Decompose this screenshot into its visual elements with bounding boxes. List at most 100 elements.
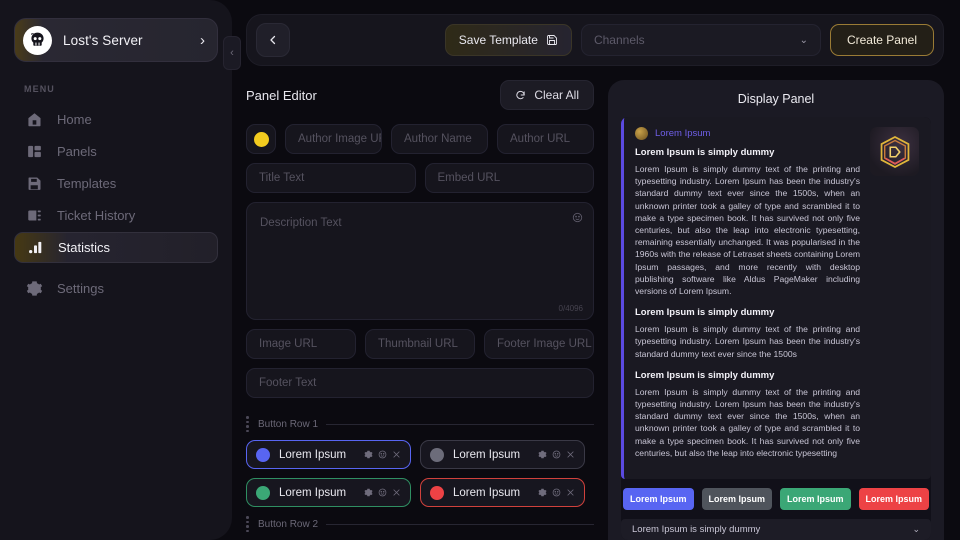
embed-button[interactable]: Lorem Ipsum bbox=[701, 488, 772, 511]
emoji-icon[interactable] bbox=[378, 450, 387, 459]
description-placeholder: Description Text bbox=[260, 217, 342, 229]
author-image-url-input[interactable]: Author Image URL bbox=[285, 124, 382, 154]
statistics-icon bbox=[27, 239, 44, 256]
back-button[interactable] bbox=[256, 23, 290, 57]
media-url-row: Image URL Thumbnail URL Footer Image URL bbox=[246, 329, 594, 359]
embed-buttons: Lorem Ipsum Lorem Ipsum Lorem Ipsum Lore… bbox=[621, 479, 931, 511]
sidebar-item-panels[interactable]: Panels bbox=[14, 136, 218, 167]
close-icon[interactable] bbox=[392, 450, 401, 459]
drag-handle-icon[interactable] bbox=[246, 516, 250, 532]
button-color-dot bbox=[256, 447, 270, 462]
embed-button[interactable]: Lorem Ipsum bbox=[623, 488, 694, 511]
chevron-left-icon bbox=[270, 35, 276, 45]
gear-icon[interactable] bbox=[538, 488, 547, 497]
embed-heading: Lorem Ipsum is simply dummy bbox=[635, 307, 775, 319]
sidebar-item-templates[interactable]: Templates bbox=[14, 168, 218, 199]
author-url-input[interactable]: Author URL bbox=[497, 124, 594, 154]
author-row: Author Image URL Author Name Author URL bbox=[246, 124, 594, 154]
server-name: Lost's Server bbox=[63, 32, 143, 48]
footer-text-input[interactable]: Footer Text bbox=[246, 368, 594, 398]
panel-button[interactable]: Lorem Ipsum bbox=[420, 478, 585, 507]
channels-placeholder: Channels bbox=[593, 33, 645, 47]
footer-image-url-input[interactable]: Footer Image URL bbox=[484, 329, 594, 359]
title-text-input[interactable]: Title Text bbox=[246, 163, 416, 193]
embed-paragraph: Lorem Ipsum is simply dummy text of the … bbox=[635, 164, 861, 297]
embed-url-input[interactable]: Embed URL bbox=[424, 163, 594, 193]
embed-button[interactable]: Lorem Ipsum bbox=[780, 488, 851, 511]
drag-handle-icon[interactable] bbox=[246, 416, 250, 432]
image-url-input[interactable]: Image URL bbox=[246, 329, 356, 359]
sidebar-item-label: Settings bbox=[57, 281, 104, 296]
emoji-icon[interactable] bbox=[552, 450, 561, 459]
sidebar-item-ticket-history[interactable]: Ticket History bbox=[14, 200, 218, 231]
settings-gear-icon bbox=[26, 280, 43, 297]
thumbnail-url-input[interactable]: Thumbnail URL bbox=[365, 329, 475, 359]
save-template-label: Save Template bbox=[458, 33, 538, 47]
emoji-icon[interactable] bbox=[378, 488, 387, 497]
create-panel-button[interactable]: Create Panel bbox=[829, 24, 934, 56]
button-row-2-label: Button Row 2 bbox=[258, 518, 319, 530]
editor-preview-columns: Panel Editor Clear All Author Image URL … bbox=[246, 80, 944, 540]
color-swatch-button[interactable] bbox=[246, 124, 276, 154]
button-color-dot bbox=[256, 485, 270, 500]
embed-button[interactable]: Lorem Ipsum bbox=[858, 488, 929, 511]
color-swatch bbox=[253, 131, 269, 147]
embed-author-name: Lorem Ipsum bbox=[655, 128, 711, 139]
skull-avatar-icon bbox=[31, 32, 44, 46]
channels-dropdown[interactable]: Channels ⌄ bbox=[580, 24, 821, 56]
sidebar-item-home[interactable]: Home bbox=[14, 104, 218, 135]
home-icon bbox=[26, 111, 43, 128]
button-actions bbox=[538, 450, 575, 459]
embed-paragraph: Lorem Ipsum is simply dummy text of the … bbox=[635, 324, 860, 359]
emoji-icon[interactable] bbox=[552, 488, 561, 497]
embed-paragraph: Lorem Ipsum is simply dummy text of the … bbox=[635, 386, 860, 458]
emoji-icon[interactable] bbox=[572, 212, 583, 226]
panel-button[interactable]: Lorem Ipsum bbox=[246, 440, 411, 469]
gear-icon[interactable] bbox=[364, 450, 373, 459]
button-actions bbox=[538, 488, 575, 497]
panel-editor-header: Panel Editor Clear All bbox=[246, 80, 594, 110]
avatar bbox=[635, 127, 648, 140]
save-disk-icon bbox=[547, 35, 557, 45]
embed-select-label: Lorem Ipsum is simply dummy bbox=[632, 524, 761, 536]
author-name-input[interactable]: Author Name bbox=[391, 124, 488, 154]
sidebar-item-statistics[interactable]: Statistics bbox=[14, 232, 218, 263]
sidebar: Lost's Server › MENU Home Panels Templat… bbox=[0, 0, 241, 540]
button-color-dot bbox=[430, 485, 444, 500]
button-label: Lorem Ipsum bbox=[279, 486, 347, 499]
save-template-button[interactable]: Save Template bbox=[444, 24, 572, 56]
button-label: Lorem Ipsum bbox=[453, 486, 521, 499]
chevron-down-icon: ⌄ bbox=[912, 524, 920, 535]
clear-all-label: Clear All bbox=[534, 88, 579, 102]
button-label: Lorem Ipsum bbox=[453, 448, 521, 461]
description-textarea[interactable]: Description Text 0/4096 bbox=[246, 202, 594, 320]
sidebar-item-settings[interactable]: Settings bbox=[14, 273, 218, 304]
divider-line bbox=[326, 423, 594, 425]
gear-icon[interactable] bbox=[538, 450, 547, 459]
skull-avatar bbox=[23, 25, 52, 55]
panel-button[interactable]: Lorem Ipsum bbox=[420, 440, 585, 469]
embed-select-menu[interactable]: Lorem Ipsum is simply dummy ⌄ bbox=[621, 519, 931, 540]
sidebar-item-label: Home bbox=[57, 112, 92, 127]
top-toolbar: Save Template Channels ⌄ Create Panel bbox=[246, 14, 944, 66]
gear-icon[interactable] bbox=[364, 488, 373, 497]
sidebar-collapse-button[interactable]: ‹ bbox=[223, 36, 241, 70]
chevron-right-icon[interactable]: › bbox=[200, 33, 205, 48]
button-color-dot bbox=[430, 447, 444, 462]
display-panel: Display Panel Lorem Ipsum Lorem Ipsum is… bbox=[608, 80, 944, 540]
clear-all-button[interactable]: Clear All bbox=[500, 80, 594, 110]
panel-button[interactable]: Lorem Ipsum bbox=[246, 478, 411, 507]
sidebar-item-label: Panels bbox=[57, 144, 97, 159]
divider-line bbox=[326, 523, 594, 525]
close-icon[interactable] bbox=[566, 450, 575, 459]
button-row-1-divider: Button Row 1 bbox=[246, 416, 594, 432]
close-icon[interactable] bbox=[566, 488, 575, 497]
embed-heading: Lorem Ipsum is simply dummy bbox=[635, 147, 775, 158]
button-row-1-buttons: Lorem Ipsum Lorem Ipsum Lorem Ipsum Lore… bbox=[246, 440, 594, 507]
server-selector[interactable]: Lost's Server › bbox=[14, 18, 218, 62]
embed-body: Lorem Ipsum Lorem Ipsum is simply dummy … bbox=[635, 127, 860, 468]
app-root: Lost's Server › MENU Home Panels Templat… bbox=[0, 0, 960, 540]
close-icon[interactable] bbox=[392, 488, 401, 497]
button-actions bbox=[364, 450, 401, 459]
